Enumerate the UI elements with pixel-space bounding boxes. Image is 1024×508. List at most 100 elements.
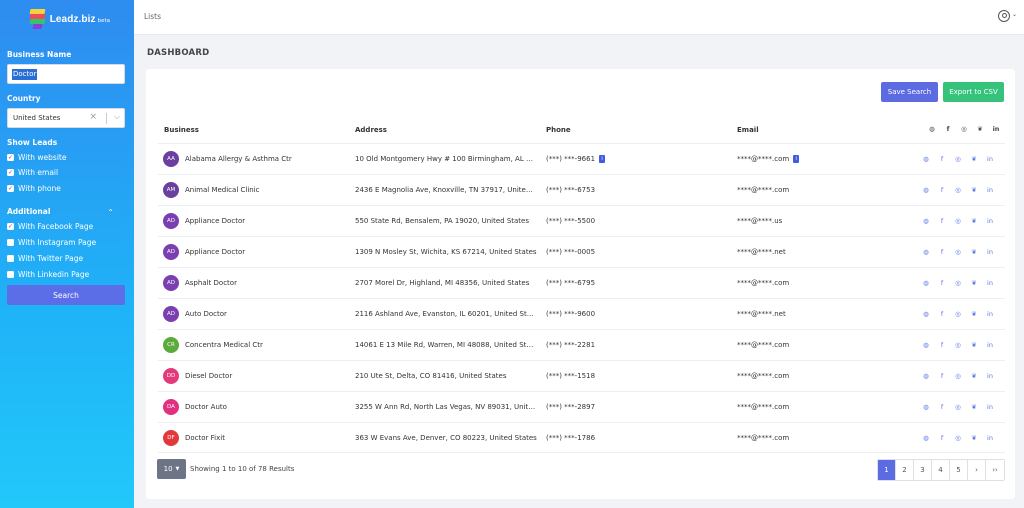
globe-icon[interactable]: ◍ (918, 186, 934, 194)
table-row[interactable]: AM Animal Medical Clinic 2436 E Magnolia A… (158, 174, 1005, 205)
business-name[interactable]: Auto Doctor (185, 310, 227, 318)
checkbox-unchecked-icon[interactable] (7, 271, 14, 278)
checkbox-with-instagram[interactable]: With Instagram Page (7, 238, 96, 247)
linkedin-icon[interactable]: in (982, 341, 998, 349)
globe-icon[interactable]: ◍ (918, 279, 934, 287)
table-row[interactable]: AA Alabama Allergy & Asthma Ctr 10 Old Mon… (158, 143, 1005, 174)
table-row[interactable]: AD Appliance Doctor 1309 N Mosley St, Wich… (158, 236, 1005, 267)
table-row[interactable]: DD Diesel Doctor 210 Ute St, Delta, CO 814… (158, 360, 1005, 391)
page-button[interactable]: ›› (986, 460, 1004, 480)
checkbox-checked-icon[interactable]: ✓ (7, 169, 14, 176)
checkbox-unchecked-icon[interactable] (7, 255, 14, 262)
country-select[interactable]: United States × ⌵ (7, 108, 125, 128)
search-button[interactable]: Search (7, 285, 125, 305)
globe-icon[interactable]: ◍ (918, 341, 934, 349)
table-row[interactable]: CR Concentra Medical Ctr 14061 E 13 Mile R… (158, 329, 1005, 360)
page-size-select[interactable]: 10 ▼ (157, 459, 186, 479)
page-button[interactable]: 2 (896, 460, 914, 480)
linkedin-icon[interactable]: in (982, 403, 998, 411)
facebook-icon[interactable]: f (934, 155, 950, 163)
checkbox-with-website[interactable]: ✓ With website (7, 153, 66, 162)
instagram-icon[interactable]: ◎ (950, 310, 966, 318)
twitter-icon[interactable]: ❦ (966, 403, 982, 411)
table-row[interactable]: DA Doctor Auto 3255 W Ann Rd, North Las Ve… (158, 391, 1005, 422)
page-button[interactable]: › (968, 460, 986, 480)
facebook-icon[interactable]: f (934, 248, 950, 256)
facebook-icon[interactable]: f (934, 279, 950, 287)
instagram-icon[interactable]: ◎ (950, 279, 966, 287)
facebook-icon[interactable]: f (934, 217, 950, 225)
linkedin-icon[interactable]: in (982, 248, 998, 256)
instagram-icon[interactable]: ◎ (950, 248, 966, 256)
breadcrumb[interactable]: Lists (144, 12, 161, 21)
instagram-icon[interactable]: ◎ (950, 372, 966, 380)
checkbox-with-email[interactable]: ✓ With email (7, 168, 58, 177)
linkedin-icon[interactable]: in (982, 372, 998, 380)
linkedin-icon[interactable]: in (982, 217, 998, 225)
instagram-icon[interactable]: ◎ (950, 434, 966, 442)
business-name[interactable]: Appliance Doctor (185, 217, 245, 225)
brand-logo[interactable]: Leadz.biz beta (29, 5, 110, 33)
chevron-down-icon[interactable]: ⌄ (1012, 11, 1017, 18)
twitter-icon[interactable]: ❦ (966, 248, 982, 256)
save-search-button[interactable]: Save Search (881, 82, 938, 102)
business-name[interactable]: Concentra Medical Ctr (185, 341, 263, 349)
page-button[interactable]: 4 (932, 460, 950, 480)
page-button[interactable]: 1 (878, 460, 896, 480)
chevron-down-icon[interactable]: ⌵ (114, 112, 120, 122)
table-row[interactable]: AD Auto Doctor 2116 Ashland Ave, Evanston,… (158, 298, 1005, 329)
instagram-icon[interactable]: ◎ (950, 217, 966, 225)
facebook-icon[interactable]: f (934, 341, 950, 349)
business-name[interactable]: Animal Medical Clinic (185, 186, 260, 194)
business-name[interactable]: Appliance Doctor (185, 248, 245, 256)
facebook-icon[interactable]: f (934, 186, 950, 194)
globe-icon[interactable]: ◍ (918, 217, 934, 225)
twitter-icon[interactable]: ❦ (966, 155, 982, 163)
globe-icon[interactable]: ◍ (918, 155, 934, 163)
twitter-icon[interactable]: ❦ (966, 279, 982, 287)
globe-icon[interactable]: ◍ (918, 403, 934, 411)
export-csv-button[interactable]: Export to CSV (943, 82, 1004, 102)
chevron-up-icon[interactable]: ⌃ (107, 208, 114, 217)
globe-icon[interactable]: ◍ (918, 310, 934, 318)
business-name[interactable]: Doctor Auto (185, 403, 227, 411)
page-button[interactable]: 3 (914, 460, 932, 480)
facebook-icon[interactable]: f (934, 403, 950, 411)
twitter-icon[interactable]: ❦ (966, 434, 982, 442)
checkbox-checked-icon[interactable]: ✓ (7, 154, 14, 161)
business-name-input[interactable]: Doctor (7, 64, 125, 84)
twitter-icon[interactable]: ❦ (966, 217, 982, 225)
linkedin-icon[interactable]: in (982, 310, 998, 318)
instagram-icon[interactable]: ◎ (950, 403, 966, 411)
globe-icon[interactable]: ◍ (918, 434, 934, 442)
twitter-icon[interactable]: ❦ (966, 186, 982, 194)
instagram-icon[interactable]: ◎ (950, 341, 966, 349)
instagram-icon[interactable]: ◎ (950, 186, 966, 194)
business-name[interactable]: Diesel Doctor (185, 372, 232, 380)
twitter-icon[interactable]: ❦ (966, 341, 982, 349)
linkedin-icon[interactable]: in (982, 186, 998, 194)
checkbox-with-twitter[interactable]: With Twitter Page (7, 254, 83, 263)
facebook-icon[interactable]: f (934, 310, 950, 318)
business-name[interactable]: Alabama Allergy & Asthma Ctr (185, 155, 292, 163)
reveal-phone-icon[interactable]: i (599, 155, 606, 163)
user-avatar-icon[interactable] (998, 10, 1010, 22)
twitter-icon[interactable]: ❦ (966, 372, 982, 380)
checkbox-unchecked-icon[interactable] (7, 239, 14, 246)
linkedin-icon[interactable]: in (982, 279, 998, 287)
globe-icon[interactable]: ◍ (918, 248, 934, 256)
checkbox-checked-icon[interactable]: ✓ (7, 185, 14, 192)
table-row[interactable]: AD Asphalt Doctor 2707 Morel Dr, Highland,… (158, 267, 1005, 298)
page-button[interactable]: 5 (950, 460, 968, 480)
checkbox-checked-icon[interactable]: ✓ (7, 223, 14, 230)
clear-icon[interactable]: × (89, 112, 97, 122)
business-name[interactable]: Asphalt Doctor (185, 279, 237, 287)
facebook-icon[interactable]: f (934, 372, 950, 380)
instagram-icon[interactable]: ◎ (950, 155, 966, 163)
twitter-icon[interactable]: ❦ (966, 310, 982, 318)
checkbox-with-phone[interactable]: ✓ With phone (7, 184, 61, 193)
linkedin-icon[interactable]: in (982, 155, 998, 163)
facebook-icon[interactable]: f (934, 434, 950, 442)
globe-icon[interactable]: ◍ (918, 372, 934, 380)
linkedin-icon[interactable]: in (982, 434, 998, 442)
